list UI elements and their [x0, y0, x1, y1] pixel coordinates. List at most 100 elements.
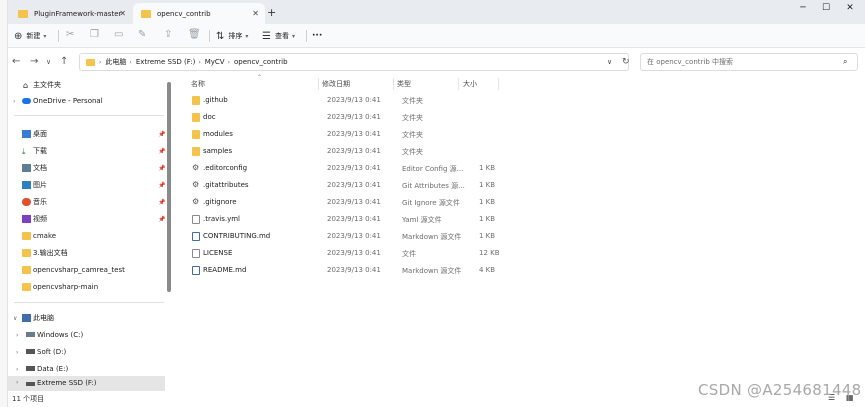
- file-modified: 2023/9/13 0:41: [327, 130, 381, 138]
- view-icon: ☰: [262, 30, 271, 42]
- address-bar[interactable]: › 此电脑 › Extreme SSD (F:) › MyCV › opencv…: [79, 53, 629, 71]
- pin-icon[interactable]: 📌: [158, 199, 165, 206]
- nav-item-opencvsharp-main[interactable]: opencvsharp-main: [8, 279, 168, 295]
- nav-scrollbar[interactable]: [167, 82, 171, 292]
- view-button[interactable]: ☰ 查看 ▾: [262, 29, 295, 43]
- search-input[interactable]: 在 opencv_contrib 中搜索: [640, 53, 858, 71]
- nav-label: 此电脑: [33, 314, 54, 322]
- new-tab-icon[interactable]: +: [267, 6, 276, 19]
- nav-item-onedrive[interactable]: › OneDrive - Personal: [8, 93, 168, 109]
- navigation-pane: ⌂ 主文件夹 › OneDrive - Personal 桌面 📌 ⤓ 下载 📌…: [8, 74, 173, 391]
- table-row[interactable]: modules 2023/9/13 0:41 文件夹: [183, 126, 503, 143]
- file-modified: 2023/9/13 0:41: [327, 232, 381, 240]
- paste-icon[interactable]: ▭: [114, 29, 123, 40]
- home-icon: ⌂: [23, 81, 29, 90]
- markdown-file-icon: [192, 232, 200, 241]
- tab-opencv-contrib[interactable]: opencv_contrib ✕: [133, 3, 265, 24]
- nav-item-videos[interactable]: 视频 📌: [8, 211, 168, 227]
- pin-icon[interactable]: 📌: [158, 148, 165, 155]
- cut-icon[interactable]: ✂: [66, 29, 74, 40]
- nav-item-drive-f[interactable]: › Extreme SSD (F:): [8, 376, 165, 391]
- pin-icon[interactable]: 📌: [158, 182, 165, 189]
- minimize-button[interactable]: ─: [793, 3, 813, 17]
- copy-icon[interactable]: ❐: [90, 29, 99, 40]
- search-icon[interactable]: ⌕: [843, 57, 847, 67]
- chevron-right-icon[interactable]: ›: [16, 366, 18, 373]
- nav-item-drive-d[interactable]: › Soft (D:): [8, 344, 168, 360]
- maximize-button[interactable]: ☐: [816, 3, 836, 17]
- nav-item-music[interactable]: 音乐 📌: [8, 194, 168, 210]
- close-tab-icon[interactable]: ✕: [119, 9, 126, 18]
- breadcrumb-item[interactable]: Extreme SSD (F:): [136, 58, 196, 66]
- forward-icon[interactable]: →: [30, 56, 38, 67]
- more-button[interactable]: ···: [312, 29, 322, 43]
- chevron-right-icon[interactable]: ›: [13, 98, 15, 105]
- breadcrumb-item[interactable]: 此电脑: [105, 57, 126, 67]
- file-type: 文件: [402, 250, 416, 258]
- column-header-size[interactable]: 大小: [463, 79, 477, 89]
- nav-item-desktop[interactable]: 桌面 📌: [8, 126, 168, 142]
- music-icon: [22, 198, 31, 206]
- nav-item-drive-e[interactable]: › Data (E:): [8, 361, 168, 377]
- table-row[interactable]: .github 2023/9/13 0:41 文件夹: [183, 92, 503, 109]
- nav-item-drive-c[interactable]: › Windows (C:): [8, 327, 168, 343]
- table-row[interactable]: ⚙ .gitattributes 2023/9/13 0:41 Git Attr…: [183, 177, 503, 194]
- file-type: 文件夹: [402, 148, 423, 156]
- refresh-icon[interactable]: ↻: [622, 57, 630, 67]
- chevron-right-icon: ›: [198, 58, 201, 66]
- table-row[interactable]: CONTRIBUTING.md 2023/9/13 0:41 Markdown …: [183, 228, 503, 245]
- search-placeholder: 在 opencv_contrib 中搜索: [647, 58, 733, 66]
- table-row[interactable]: LICENSE 2023/9/13 0:41 文件 12 KB: [183, 245, 503, 262]
- nav-item-documents[interactable]: 文档 📌: [8, 160, 168, 176]
- chevron-right-icon[interactable]: ›: [16, 379, 18, 386]
- back-icon[interactable]: ←: [12, 56, 20, 67]
- file-type: 文件夹: [402, 97, 423, 105]
- column-header-modified[interactable]: 修改日期: [322, 79, 350, 89]
- rename-icon[interactable]: ✎: [138, 29, 146, 40]
- close-window-button[interactable]: ✕: [840, 3, 860, 17]
- divider: [14, 302, 164, 303]
- chevron-right-icon[interactable]: ›: [16, 332, 18, 339]
- nav-item-home[interactable]: ⌂ 主文件夹: [8, 77, 168, 93]
- background-app-strip: [0, 0, 8, 407]
- pin-icon[interactable]: 📌: [158, 131, 165, 138]
- table-row[interactable]: .travis.yml 2023/9/13 0:41 Yaml 源文件 1 KB: [183, 211, 503, 228]
- column-header-name[interactable]: 名称: [191, 79, 205, 89]
- file-size: 1 KB: [479, 232, 496, 240]
- table-row[interactable]: ⚙ .editorconfig 2023/9/13 0:41 Editor Co…: [183, 160, 503, 177]
- chevron-down-icon[interactable]: ∨: [13, 315, 17, 322]
- chevron-right-icon[interactable]: ›: [16, 349, 18, 356]
- table-row[interactable]: README.md 2023/9/13 0:41 Markdown 源文件 4 …: [183, 262, 503, 279]
- nav-item-cmake[interactable]: cmake: [8, 228, 168, 244]
- table-row[interactable]: ⚙ .gitignore 2023/9/13 0:41 Git Ignore 源…: [183, 194, 503, 211]
- sort-button[interactable]: ⇅ 排序 ▾: [216, 29, 248, 43]
- recent-chevron-icon[interactable]: ∨: [46, 58, 51, 66]
- delete-icon[interactable]: 🗑: [188, 29, 201, 40]
- table-row[interactable]: doc 2023/9/13 0:41 文件夹: [183, 109, 503, 126]
- tab-label: PluginFramework-master: [34, 9, 122, 18]
- pin-icon[interactable]: 📌: [158, 165, 165, 172]
- nav-item-this-pc[interactable]: ∨ 此电脑: [8, 310, 168, 326]
- file-name: CONTRIBUTING.md: [203, 232, 271, 240]
- close-tab-icon[interactable]: ✕: [252, 9, 259, 18]
- share-icon[interactable]: ⇪: [164, 29, 172, 40]
- address-dropdown-icon[interactable]: ∨: [607, 58, 612, 66]
- nav-item-output-docs[interactable]: 3.输出文档: [8, 245, 168, 261]
- chevron-down-icon: ▾: [245, 32, 249, 40]
- folder-icon: [22, 283, 31, 291]
- file-size: 4 KB: [479, 266, 496, 274]
- table-row[interactable]: samples 2023/9/13 0:41 文件夹: [183, 143, 503, 160]
- breadcrumb-item[interactable]: opencv_contrib: [234, 58, 288, 66]
- nav-item-downloads[interactable]: ⤓ 下载 📌: [8, 143, 168, 159]
- nav-item-pictures[interactable]: 图片 📌: [8, 177, 168, 193]
- drive-icon: [26, 366, 35, 371]
- file-name: samples: [203, 147, 233, 155]
- divider: [498, 78, 499, 90]
- new-button[interactable]: ⊕ 新建 ▾: [14, 29, 46, 43]
- nav-item-opencvsharp-camrea-test[interactable]: opencvsharp_camrea_test: [8, 262, 168, 278]
- tab-pluginframework[interactable]: PluginFramework-master ✕: [10, 3, 132, 24]
- up-icon[interactable]: ↑: [60, 56, 68, 67]
- breadcrumb-item[interactable]: MyCV: [205, 58, 225, 66]
- column-header-type[interactable]: 类型: [397, 79, 411, 89]
- pin-icon[interactable]: 📌: [158, 216, 165, 223]
